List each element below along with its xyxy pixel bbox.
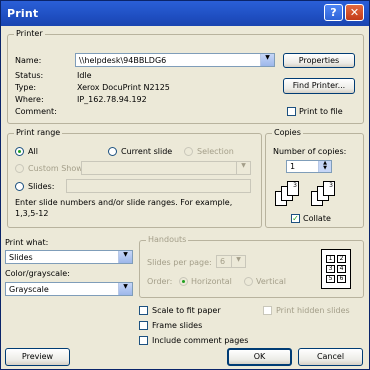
custom-show-label: Custom Show:: [28, 164, 86, 173]
handout-cell: 5: [326, 275, 335, 283]
slides-hint: Enter slide numbers and/or slide ranges.…: [15, 198, 233, 207]
status-value: Idle: [77, 71, 92, 80]
help-button[interactable]: ?: [324, 4, 343, 21]
horizontal-label: Horizontal: [191, 277, 232, 286]
find-printer-button[interactable]: Find Printer...: [283, 78, 355, 94]
copies-legend: Copies: [272, 128, 303, 138]
chevron-down-icon: ▼: [118, 283, 132, 295]
close-button[interactable]: ✕: [345, 4, 364, 21]
copies-value: 1: [290, 162, 296, 171]
printer-name-value: \\helpdesk\94BBLDG6: [79, 56, 167, 65]
handout-cell: 1: [326, 255, 335, 263]
printer-name-label: Name:: [15, 56, 42, 65]
print-what-label: Print what:: [5, 238, 49, 247]
handout-cell: 6: [337, 275, 346, 283]
slides-per-page-value: 6: [220, 257, 226, 266]
chevron-down-icon: ▼: [260, 54, 274, 66]
printer-legend: Printer: [14, 29, 45, 39]
scale-to-fit-label: Scale to fit paper: [152, 306, 221, 315]
print-to-file-label: Print to file: [299, 107, 343, 116]
slides-per-page-select[interactable]: 6 ▼: [216, 255, 246, 268]
title-bar: Print ? ✕: [1, 1, 369, 26]
type-label: Type:: [15, 83, 37, 92]
handout-layout-preview-icon: 1 2 3 4 5 6: [321, 249, 351, 289]
include-comment-pages-label: Include comment pages: [152, 336, 249, 345]
handout-cell: 2: [337, 255, 346, 263]
dialog-title: Print: [7, 7, 39, 20]
chevron-down-icon: ▼: [231, 256, 245, 267]
slides-per-page-label: Slides per page:: [147, 258, 212, 267]
print-hidden-slides-checkbox[interactable]: [263, 306, 272, 315]
print-range-legend: Print range: [14, 128, 63, 138]
status-label: Status:: [15, 71, 44, 80]
type-value: Xerox DocuPrint N2125: [77, 83, 170, 92]
collate-checkbox[interactable]: ✓: [291, 214, 300, 223]
print-what-value: Slides: [9, 253, 33, 262]
vertical-label: Vertical: [256, 277, 286, 286]
custom-show-radio[interactable]: [15, 164, 24, 173]
printer-name-select[interactable]: \\helpdesk\94BBLDG6 ▼: [75, 53, 275, 67]
spinner-icon[interactable]: ▲ ▼: [318, 161, 331, 172]
slides-hint-example: 1,3,5-12: [15, 209, 49, 218]
preview-button[interactable]: Preview: [5, 348, 70, 366]
slides-input[interactable]: [66, 179, 251, 193]
frame-slides-checkbox[interactable]: [139, 321, 148, 330]
comment-label: Comment:: [15, 107, 57, 116]
frame-slides-label: Frame slides: [152, 321, 203, 330]
chevron-down-icon: ▼: [236, 162, 250, 174]
selection-radio[interactable]: [184, 147, 193, 156]
collate-label: Collate: [303, 214, 331, 223]
handouts-legend: Handouts: [146, 235, 189, 245]
print-hidden-slides-label: Print hidden slides: [276, 306, 350, 315]
collate-illustration-icon: 1 2 3 1 2 3: [273, 179, 353, 209]
number-of-copies-label: Number of copies:: [273, 147, 347, 156]
horizontal-radio[interactable]: [179, 277, 188, 286]
ok-button[interactable]: OK: [227, 348, 292, 366]
selection-label: Selection: [197, 147, 234, 156]
handout-cell: 4: [337, 265, 346, 273]
scale-to-fit-checkbox[interactable]: [139, 306, 148, 315]
collate-page: 3: [287, 181, 299, 196]
slides-label: Slides:: [28, 182, 55, 191]
print-to-file-checkbox[interactable]: [287, 107, 296, 116]
slides-radio[interactable]: [15, 182, 24, 191]
copies-input[interactable]: 1 ▲ ▼: [286, 160, 332, 173]
color-grayscale-label: Color/grayscale:: [5, 269, 70, 278]
vertical-radio[interactable]: [244, 277, 253, 286]
current-slide-radio[interactable]: [108, 147, 117, 156]
print-what-select[interactable]: Slides ▼: [5, 250, 133, 264]
color-grayscale-value: Grayscale: [9, 285, 49, 294]
order-label: Order:: [147, 277, 173, 286]
current-slide-label: Current slide: [121, 147, 173, 156]
color-grayscale-select[interactable]: Grayscale ▼: [5, 282, 133, 296]
properties-button[interactable]: Properties: [283, 53, 355, 68]
where-value: IP_162.78.94.192: [77, 95, 147, 104]
cancel-button[interactable]: Cancel: [298, 348, 363, 366]
all-radio[interactable]: [15, 147, 24, 156]
chevron-down-icon: ▼: [118, 251, 132, 263]
handout-cell: 3: [326, 265, 335, 273]
all-label: All: [28, 147, 38, 156]
collate-page: 3: [323, 181, 335, 196]
print-dialog: Print ? ✕ Printer Name: \\helpdesk\94BBL…: [0, 0, 370, 370]
where-label: Where:: [15, 95, 44, 104]
include-comment-pages-checkbox[interactable]: [139, 336, 148, 345]
custom-show-select[interactable]: ▼: [81, 161, 251, 175]
